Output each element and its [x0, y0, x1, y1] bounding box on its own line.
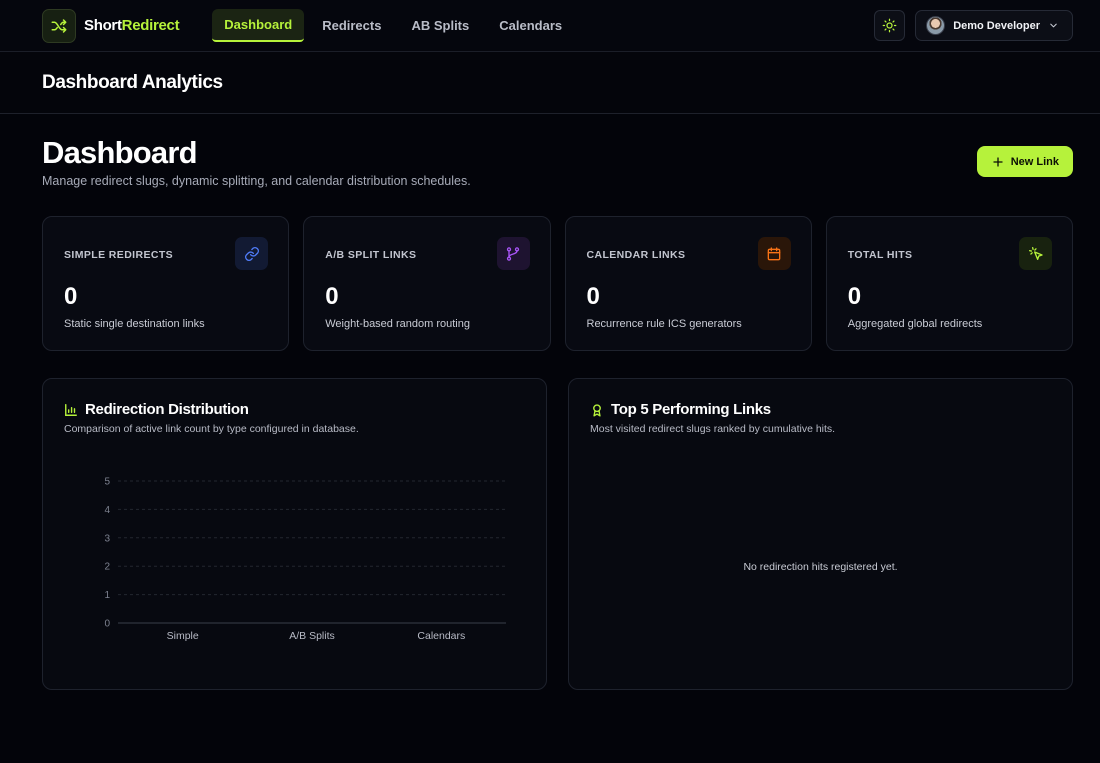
x-tick-label: Calendars [417, 630, 465, 642]
stats-row: SIMPLE REDIRECTS 0 Static single destina… [42, 216, 1073, 351]
stat-description: Aggregated global redirects [847, 318, 983, 330]
stat-card-calendar-links: CALENDAR LINKS 0 Recurrence rule ICS gen… [564, 216, 812, 351]
stat-value: 0 [847, 283, 862, 310]
top-navigation-bar: ShortRedirect Dashboard Redirects AB Spl… [0, 0, 1100, 52]
y-tick-label: 3 [104, 533, 110, 544]
brand-logo[interactable]: ShortRedirect [42, 8, 180, 43]
award-icon [593, 403, 601, 417]
git-branch-icon [496, 237, 530, 270]
avatar [926, 16, 946, 35]
main-content: Dashboard Manage redirect slugs, dynamic… [0, 114, 1100, 690]
cursor-click-icon [1019, 237, 1052, 270]
theme-toggle-button[interactable] [874, 10, 906, 41]
distribution-bar-chart: 0 1 2 3 4 5 Simple A/B Splits Calendars [104, 477, 506, 642]
user-name: Demo Developer [953, 19, 1040, 32]
stat-value: 0 [325, 283, 339, 310]
sun-icon [882, 18, 897, 33]
brand-name: ShortRedirect [84, 17, 180, 34]
section-title: Dashboard Analytics [42, 71, 223, 93]
stat-description: Static single destination links [64, 318, 205, 330]
shuffle-icon [42, 8, 76, 43]
new-link-label: New Link [1010, 155, 1059, 168]
panel-subtitle: Most visited redirect slugs ranked by cu… [590, 423, 836, 435]
x-tick-label: Simple [167, 630, 199, 642]
stat-value: 0 [586, 283, 600, 310]
stat-description: Weight-based random routing [325, 318, 470, 330]
calendar-icon [757, 237, 791, 270]
panel-title: Top 5 Performing Links [611, 401, 771, 418]
plus-icon [993, 156, 1003, 167]
y-tick-label: 2 [104, 562, 110, 573]
stat-card-ab-split-links: A/B SPLIT LINKS 0 Weight-based random ro… [303, 216, 551, 351]
stat-card-total-hits: TOTAL HITS 0 Aggregated global redirects [825, 216, 1073, 351]
top-performing-links-panel: Top 5 Performing Links Most visited redi… [568, 378, 1073, 690]
panel-subtitle: Comparison of active link count by type … [64, 423, 359, 435]
panels-row: Redirection Distribution Comparison of a… [42, 378, 1073, 690]
nav-item-ab-splits[interactable]: AB Splits [399, 9, 481, 42]
user-menu-button[interactable]: Demo Developer [915, 10, 1073, 41]
main-nav: Dashboard Redirects AB Splits Calendars [212, 9, 574, 42]
page-title: Dashboard [42, 135, 198, 170]
stat-value: 0 [64, 283, 78, 310]
panel-title: Redirection Distribution [85, 401, 249, 418]
stat-card-simple-redirects: SIMPLE REDIRECTS 0 Static single destina… [42, 216, 290, 351]
bar-chart-icon [65, 403, 77, 416]
x-tick-label: A/B Splits [289, 630, 335, 642]
section-header: Dashboard Analytics [0, 52, 1100, 114]
y-tick-label: 1 [104, 590, 110, 601]
page-subtitle: Manage redirect slugs, dynamic splitting… [42, 174, 471, 188]
empty-state-message: No redirection hits registered yet. [743, 561, 898, 573]
chevron-down-icon [1050, 23, 1057, 28]
redirection-distribution-panel: Redirection Distribution Comparison of a… [42, 378, 547, 690]
link-icon [235, 237, 269, 270]
new-link-button[interactable]: New Link [976, 146, 1073, 177]
nav-item-redirects[interactable]: Redirects [310, 9, 393, 42]
y-tick-label: 5 [104, 477, 110, 488]
y-tick-label: 4 [104, 505, 110, 516]
nav-item-dashboard[interactable]: Dashboard [212, 9, 305, 42]
y-tick-label: 0 [104, 619, 110, 630]
nav-item-calendars[interactable]: Calendars [487, 9, 574, 42]
stat-description: Recurrence rule ICS generators [586, 318, 742, 330]
